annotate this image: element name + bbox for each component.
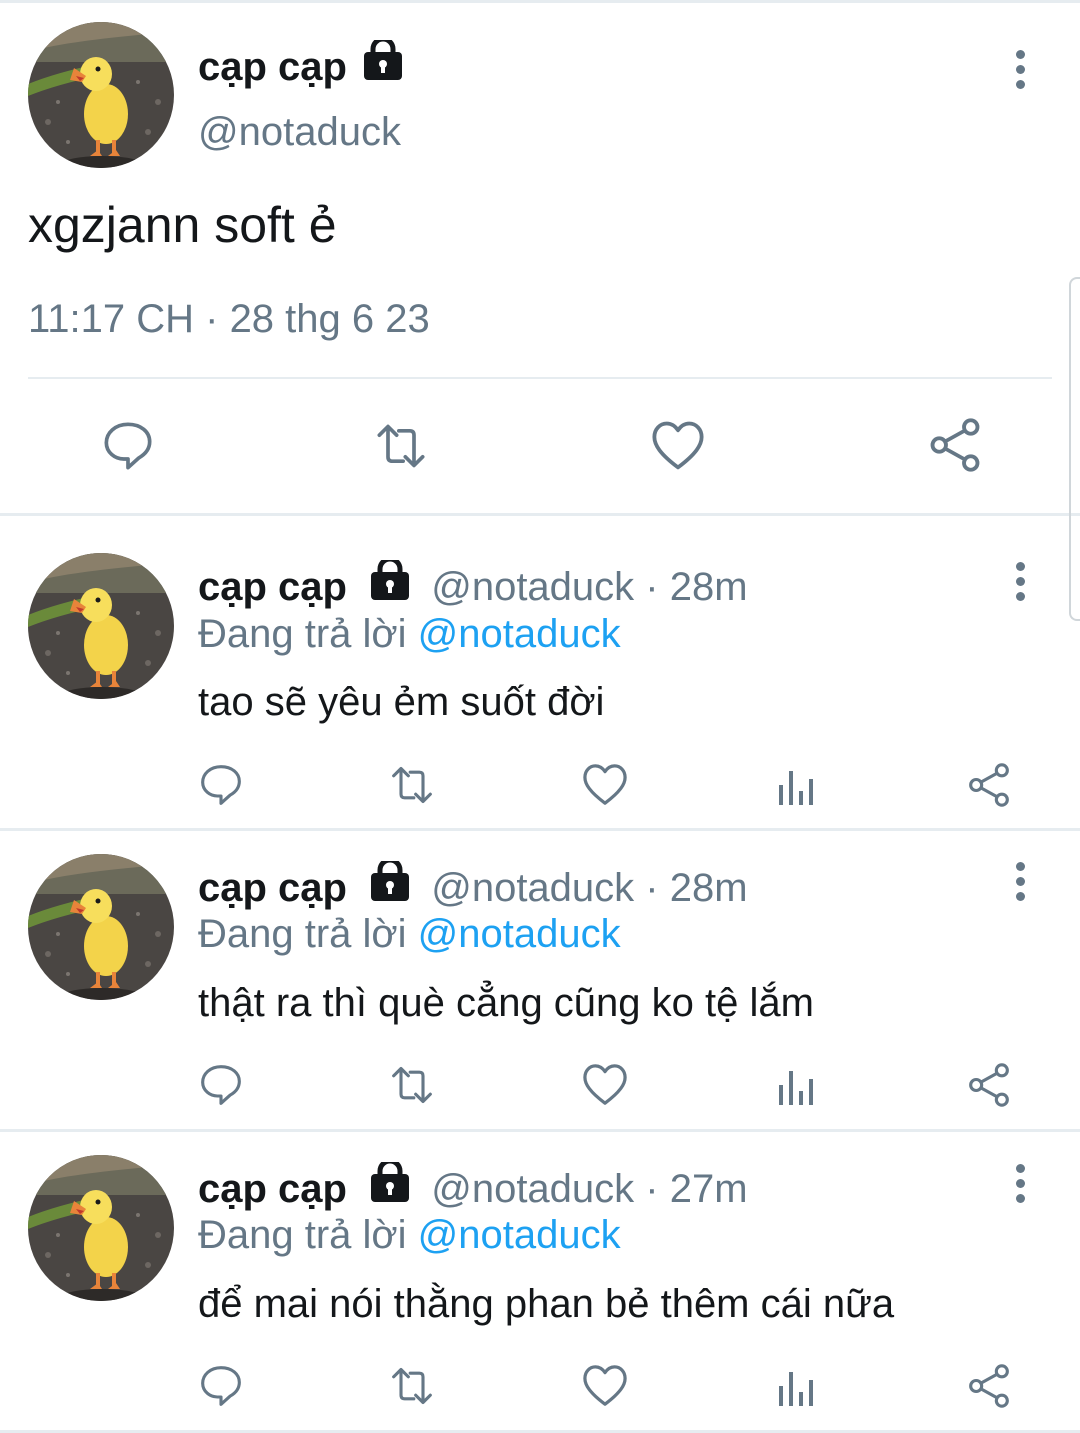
share-button[interactable]: [928, 418, 982, 472]
heart-icon: [652, 421, 704, 470]
main-tweet-author: cạp cạp: [198, 40, 403, 90]
mention-link[interactable]: @notaduck: [418, 612, 621, 656]
tweet-text: xgzjann soft ẻ: [28, 197, 337, 253]
like-button[interactable]: [582, 1364, 628, 1408]
more-options-icon[interactable]: [1009, 1162, 1033, 1206]
tweet-text: tao sẽ yêu ẻm suốt đời: [198, 680, 605, 724]
relative-time[interactable]: 28m: [670, 866, 748, 910]
replying-to: Đang trả lời @notaduck: [198, 1213, 621, 1258]
display-name[interactable]: cạp cạp: [198, 45, 347, 89]
username[interactable]: @notaduck: [431, 1167, 634, 1211]
reply-icon: [104, 422, 152, 470]
mention-link[interactable]: @notaduck: [418, 912, 621, 956]
share-button[interactable]: [967, 763, 1011, 807]
section-divider: [0, 1129, 1080, 1132]
retweet-icon: [392, 1066, 432, 1104]
share-button[interactable]: [967, 1364, 1011, 1408]
separator: ·: [645, 866, 659, 910]
reply-button[interactable]: [199, 1364, 243, 1408]
replying-label: Đang trả lời: [198, 912, 407, 956]
share-icon: [969, 1364, 1009, 1408]
heart-icon: [583, 1365, 627, 1406]
retweet-button[interactable]: [386, 1364, 438, 1408]
retweet-button[interactable]: [386, 1063, 438, 1107]
reply-icon: [201, 1366, 241, 1406]
lock-icon: [370, 861, 410, 901]
tweet-text: thật ra thì què cẳng cũng ko tệ lắm: [198, 981, 814, 1025]
display-name[interactable]: cạp cạp: [198, 565, 347, 609]
duck-avatar-image: [28, 22, 174, 168]
stats-icon: [779, 1372, 813, 1406]
relative-time[interactable]: 27m: [670, 1167, 748, 1211]
separator: ·: [645, 1167, 659, 1211]
reply-button[interactable]: [199, 763, 243, 807]
relative-time[interactable]: 28m: [670, 565, 748, 609]
heart-icon: [583, 1064, 627, 1105]
reply-icon: [201, 1065, 241, 1105]
reply-header: cạp cạp @notaduck · 28m: [198, 560, 748, 610]
heart-icon: [583, 764, 627, 805]
share-icon: [969, 763, 1009, 807]
share-button[interactable]: [967, 1063, 1011, 1107]
reply-header: cạp cạp @notaduck · 27m: [198, 1162, 748, 1212]
section-divider: [0, 513, 1080, 516]
replying-label: Đang trả lời: [198, 1213, 407, 1257]
username[interactable]: @notaduck: [198, 110, 401, 155]
replying-to: Đang trả lời @notaduck: [198, 912, 621, 957]
more-options-icon[interactable]: [1009, 860, 1033, 904]
reply-button[interactable]: [102, 420, 154, 472]
avatar[interactable]: [28, 22, 174, 168]
retweet-icon: [377, 424, 425, 468]
avatar[interactable]: [28, 1155, 174, 1301]
like-button[interactable]: [651, 420, 705, 472]
reply-icon: [201, 765, 241, 805]
more-options-icon[interactable]: [1009, 560, 1033, 604]
retweet-button[interactable]: [370, 420, 432, 472]
duck-avatar-image: [28, 854, 174, 1000]
username[interactable]: @notaduck: [431, 866, 634, 910]
display-name[interactable]: cạp cạp: [198, 866, 347, 910]
stats-icon: [779, 771, 813, 805]
duck-avatar-image: [28, 1155, 174, 1301]
like-button[interactable]: [582, 1063, 628, 1107]
divider: [28, 377, 1052, 379]
lock-icon: [363, 40, 403, 80]
lock-icon: [370, 560, 410, 600]
tweet-timestamp[interactable]: 11:17 CH · 28 thg 6 23: [28, 297, 430, 342]
mention-link[interactable]: @notaduck: [418, 1213, 621, 1257]
tweet-text: để mai nói thằng phan bẻ thêm cái nữa: [198, 1282, 895, 1326]
more-options-icon[interactable]: [1009, 48, 1033, 92]
retweet-button[interactable]: [386, 763, 438, 807]
replying-to: Đang trả lời @notaduck: [198, 612, 621, 657]
section-divider: [0, 828, 1080, 831]
scrollbar[interactable]: [1069, 277, 1080, 621]
separator: ·: [645, 565, 659, 609]
views-button[interactable]: [777, 765, 817, 805]
top-divider: [0, 0, 1080, 3]
replying-label: Đang trả lời: [198, 612, 407, 656]
retweet-icon: [392, 766, 432, 804]
share-icon: [969, 1063, 1009, 1107]
reply-button[interactable]: [199, 1063, 243, 1107]
avatar[interactable]: [28, 854, 174, 1000]
views-button[interactable]: [777, 1065, 817, 1105]
views-button[interactable]: [777, 1366, 817, 1406]
lock-icon: [370, 1162, 410, 1202]
display-name[interactable]: cạp cạp: [198, 1167, 347, 1211]
like-button[interactable]: [582, 763, 628, 807]
stats-icon: [779, 1071, 813, 1105]
retweet-icon: [392, 1367, 432, 1405]
reply-header: cạp cạp @notaduck · 28m: [198, 861, 748, 911]
avatar[interactable]: [28, 553, 174, 699]
duck-avatar-image: [28, 553, 174, 699]
share-icon: [930, 418, 980, 472]
username[interactable]: @notaduck: [431, 565, 634, 609]
